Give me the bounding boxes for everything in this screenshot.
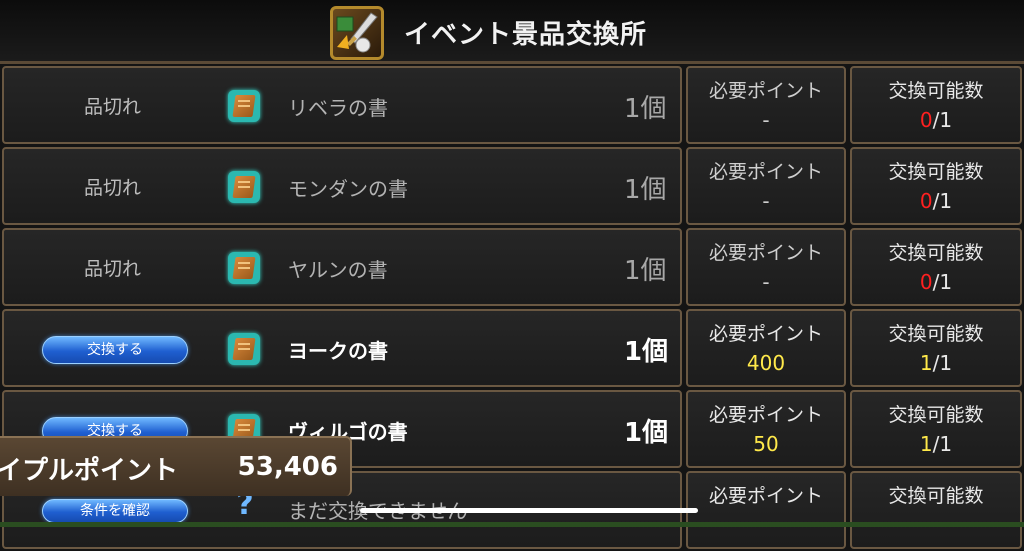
- count-label: 交換可能数: [888, 242, 984, 264]
- points-balance-label: イプルポイント: [0, 456, 179, 486]
- count-label: 交換可能数: [888, 485, 984, 507]
- points-label: 必要ポイント: [708, 404, 823, 426]
- points-label: 必要ポイント: [708, 80, 823, 102]
- count-label: 交換可能数: [888, 161, 984, 183]
- count-cell: 交換可能数: [850, 471, 1022, 549]
- count-value: 0/1: [852, 189, 1020, 213]
- points-label: 必要ポイント: [708, 485, 823, 507]
- points-label: 必要ポイント: [708, 161, 823, 183]
- home-indicator[interactable]: [360, 508, 698, 513]
- count-total: /1: [932, 189, 953, 213]
- count-used: 0: [919, 108, 933, 132]
- count-used: 1: [919, 351, 933, 375]
- count-cell: 交換可能数 1/1: [850, 390, 1022, 468]
- points-value: -: [762, 270, 770, 294]
- item-cell: 品切れ ヤルンの書 1個: [2, 228, 682, 306]
- points-value: 400: [746, 351, 786, 375]
- points-cell: 必要ポイント -: [686, 228, 846, 306]
- book-icon: [228, 252, 260, 284]
- count-used: 0: [919, 270, 933, 294]
- count-value: 1/1: [852, 351, 1020, 375]
- item-quantity: 1個: [624, 337, 669, 367]
- count-total: /1: [932, 270, 953, 294]
- page-title: イベント景品交換所: [404, 20, 648, 50]
- item-name: モンダンの書: [288, 177, 408, 201]
- count-label: 交換可能数: [888, 323, 984, 345]
- item-name: リベラの書: [288, 96, 388, 120]
- count-label: 交換可能数: [888, 80, 984, 102]
- count-label: 交換可能数: [888, 404, 984, 426]
- item-quantity: 1個: [624, 94, 667, 124]
- count-value: 0/1: [852, 108, 1020, 132]
- exchange-row: 品切れ ヤルンの書 1個 必要ポイント - 交換可能数 0/1: [0, 228, 1024, 308]
- item-quantity: 1個: [624, 256, 667, 286]
- count-total: /1: [932, 108, 953, 132]
- count-cell: 交換可能数 0/1: [850, 228, 1022, 306]
- item-quantity: 1個: [624, 418, 669, 448]
- points-cell: 必要ポイント -: [686, 147, 846, 225]
- sword-treasure-emblem-icon: [330, 6, 384, 60]
- soldout-label: 品切れ: [84, 258, 142, 280]
- item-name: ヤルンの書: [288, 258, 388, 282]
- points-value: 50: [753, 432, 779, 456]
- exchange-row: 品切れ モンダンの書 1個 必要ポイント - 交換可能数 0/1: [0, 147, 1024, 227]
- points-cell: 必要ポイント 400: [686, 309, 846, 387]
- points-balance-panel: イプルポイント 53,406: [0, 436, 352, 496]
- exchange-button[interactable]: 交換する: [42, 336, 188, 364]
- exchange-row: 品切れ リベラの書 1個 必要ポイント - 交換可能数 0/1: [0, 66, 1024, 146]
- exchange-row: 交換する ヨークの書 1個 必要ポイント 400 交換可能数 1/1: [0, 309, 1024, 389]
- item-cell: 品切れ モンダンの書 1個: [2, 147, 682, 225]
- count-cell: 交換可能数 1/1: [850, 309, 1022, 387]
- count-cell: 交換可能数 0/1: [850, 147, 1022, 225]
- points-value: -: [762, 108, 770, 132]
- count-used: 1: [919, 432, 933, 456]
- count-used: 0: [919, 189, 933, 213]
- soldout-label: 品切れ: [84, 177, 142, 199]
- item-name: ヨークの書: [288, 339, 388, 363]
- points-balance-value: 53,406: [237, 452, 338, 482]
- points-label: 必要ポイント: [708, 242, 823, 264]
- bottom-border: [0, 522, 1024, 527]
- count-value: 0/1: [852, 270, 1020, 294]
- book-icon: [228, 333, 260, 365]
- points-cell: 必要ポイント -: [686, 66, 846, 144]
- item-cell: 品切れ リベラの書 1個: [2, 66, 682, 144]
- book-icon: [228, 90, 260, 122]
- count-total: /1: [932, 351, 953, 375]
- check-conditions-button[interactable]: 条件を確認: [42, 499, 188, 523]
- count-cell: 交換可能数 0/1: [850, 66, 1022, 144]
- book-icon: [228, 171, 260, 203]
- item-quantity: 1個: [624, 175, 667, 205]
- count-total: /1: [932, 432, 953, 456]
- points-cell: 必要ポイント: [686, 471, 846, 549]
- header-bar: イベント景品交換所: [0, 0, 1024, 64]
- count-value: 1/1: [852, 432, 1020, 456]
- soldout-label: 品切れ: [84, 96, 142, 118]
- item-cell: 交換する ヨークの書 1個: [2, 309, 682, 387]
- points-value: -: [762, 189, 770, 213]
- points-cell: 必要ポイント 50: [686, 390, 846, 468]
- points-label: 必要ポイント: [708, 323, 823, 345]
